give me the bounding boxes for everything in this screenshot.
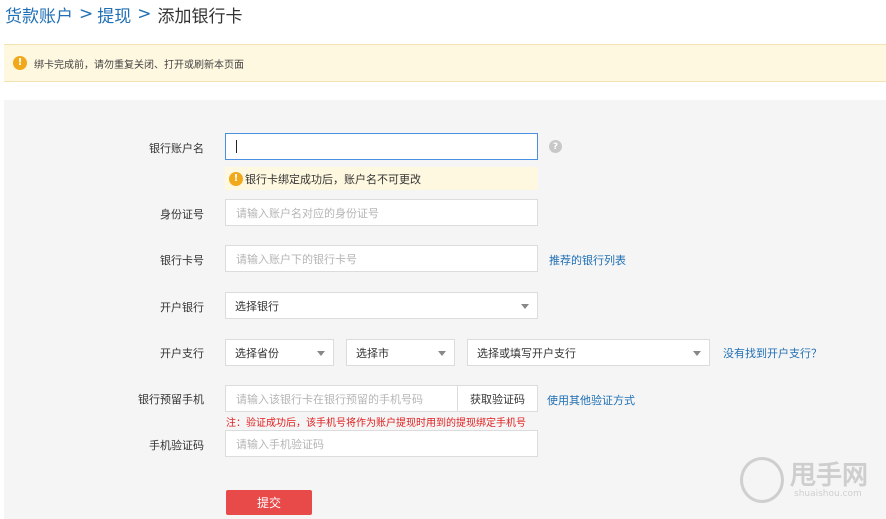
breadcrumb-withdraw-link[interactable]: 提现	[97, 2, 131, 27]
chevron-down-icon	[693, 351, 701, 356]
get-code-button[interactable]: 获取验证码	[457, 385, 538, 412]
watermark-logo: 甩手网 shuaishou.com	[740, 455, 880, 510]
help-icon[interactable]: ?	[549, 140, 562, 153]
account-name-input[interactable]	[225, 133, 538, 160]
text-caret	[236, 140, 237, 153]
notice-text: 绑卡完成前，请勿重复关闭、打开或刷新本页面	[34, 59, 244, 71]
branch-label: 开户支行	[160, 347, 204, 360]
province-select[interactable]: 选择省份	[225, 339, 334, 366]
other-verification-link[interactable]: 使用其他验证方式	[547, 392, 635, 408]
chevron-down-icon	[521, 304, 529, 309]
sms-code-input[interactable]: 请输入手机验证码	[225, 430, 538, 457]
warning-icon: !	[229, 171, 243, 186]
bank-label: 开户银行	[160, 301, 204, 314]
tip-text: 银行卡绑定成功后，账户名不可更改	[245, 172, 421, 186]
card-number-label: 银行卡号	[160, 254, 204, 267]
sms-code-label: 手机验证码	[149, 439, 204, 452]
account-name-tip: ! 银行卡绑定成功后，账户名不可更改	[225, 167, 538, 190]
branch-select[interactable]: 选择或填写开户支行	[467, 339, 710, 366]
warning-icon: !	[13, 56, 27, 70]
phone-label: 银行预留手机	[138, 393, 204, 406]
phone-note: 注：验证成功后，该手机号将作为账户提现时用到的提现绑定手机号	[226, 418, 526, 429]
chevron-down-icon	[317, 351, 325, 356]
branch-select-value: 选择或填写开户支行	[477, 346, 576, 360]
breadcrumb-separator: >	[79, 4, 94, 24]
notice-bar: ! 绑卡完成前，请勿重复关闭、打开或刷新本页面	[4, 44, 886, 82]
breadcrumb: 货款账户 > 提现 > 添加银行卡	[5, 2, 243, 27]
province-select-value: 选择省份	[235, 346, 279, 360]
account-name-label: 银行账户名	[149, 142, 204, 155]
id-number-input[interactable]: 请输入账户名对应的身份证号	[225, 199, 538, 226]
bank-select[interactable]: 选择银行	[225, 292, 538, 319]
branch-not-found-link[interactable]: 没有找到开户支行？	[723, 345, 822, 361]
watermark-text: 甩手网	[790, 461, 869, 491]
breadcrumb-separator: >	[137, 4, 152, 24]
recommended-banks-link[interactable]: 推荐的银行列表	[549, 252, 626, 268]
breadcrumb-account-link[interactable]: 货款账户	[5, 2, 73, 27]
card-number-input[interactable]: 请输入账户下的银行卡号	[225, 245, 538, 272]
phone-input[interactable]: 请输入该银行卡在银行预留的手机号码	[225, 385, 458, 412]
city-select-value: 选择市	[356, 346, 389, 360]
bank-select-value: 选择银行	[235, 299, 279, 313]
city-select[interactable]: 选择市	[346, 339, 455, 366]
page-title: 添加银行卡	[157, 6, 243, 27]
id-number-label: 身份证号	[160, 208, 204, 221]
watermark-subtext: shuaishou.com	[794, 489, 862, 499]
chevron-down-icon	[438, 351, 446, 356]
watermark-logo-icon	[740, 457, 784, 503]
submit-button[interactable]: 提交	[226, 490, 312, 515]
